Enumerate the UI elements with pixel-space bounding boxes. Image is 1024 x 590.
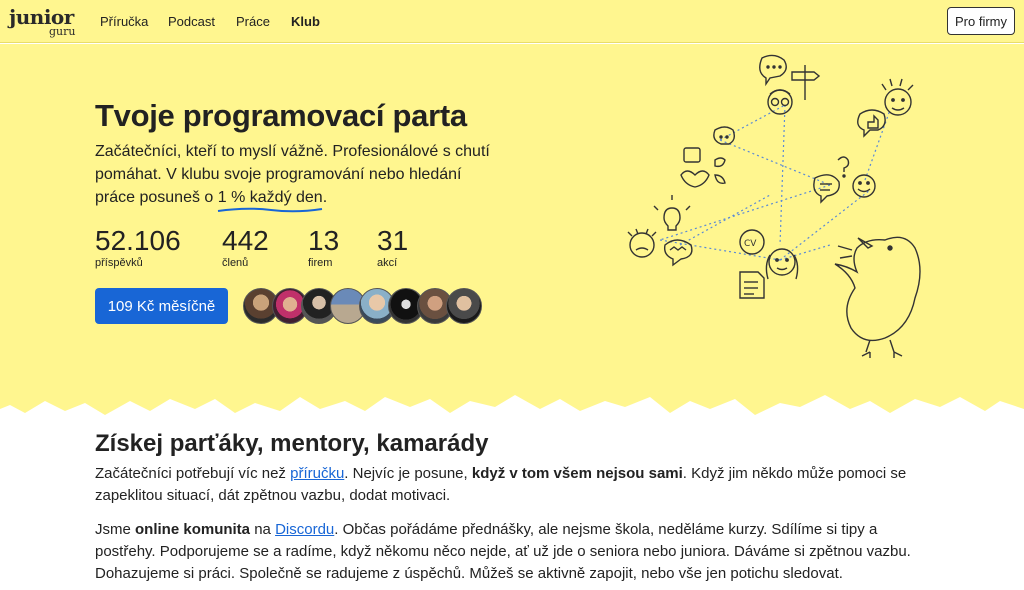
text: . Nejvíc je posune, — [344, 465, 472, 482]
junior-guru-logo[interactable]: junior guru — [9, 5, 79, 39]
lead-highlight-text: 1 % každý den — [217, 189, 323, 206]
nav-item-club[interactable]: Klub — [291, 14, 320, 29]
logo-subtext: guru — [49, 25, 76, 38]
handbook-link[interactable]: příručku — [290, 465, 344, 482]
lead-highlight: 1 % každý den — [217, 186, 323, 213]
avatar[interactable] — [446, 288, 482, 324]
paragraph-intro: Začátečníci potřebují víc než příručku. … — [95, 463, 925, 507]
nav-item-jobs[interactable]: Práce — [236, 14, 270, 29]
hero-lead: Začátečníci, kteří to myslí vážně. Profe… — [95, 140, 505, 213]
bold-text: když v tom všem nejsou sami — [471, 465, 683, 482]
stat-label: příspěvků — [95, 257, 143, 269]
text: na — [250, 521, 276, 538]
page-title: Tvoje programovací parta — [95, 98, 467, 133]
section-heading: Získej parťáky, mentory, kamarády — [95, 430, 489, 457]
text: Jsme — [95, 521, 136, 538]
stat-posts: 52.106 příspěvků — [95, 225, 181, 269]
top-navigation: junior guru Příručka Podcast Práce Klub … — [0, 0, 1024, 43]
stat-companies: 13 firem — [308, 225, 339, 269]
stat-value: 31 — [377, 225, 409, 256]
stat-value: 13 — [308, 225, 340, 256]
stat-label: firem — [308, 257, 333, 269]
discord-link[interactable]: Discordu — [275, 521, 334, 538]
join-price-button[interactable]: 109 Kč měsíčně — [95, 288, 228, 324]
stat-members: 442 členů — [222, 225, 269, 269]
nav-item-podcast[interactable]: Podcast — [168, 14, 215, 29]
svg-text:CV: CV — [744, 239, 757, 249]
stat-label: členů — [222, 257, 249, 269]
text: Začátečníci potřebují víc než — [95, 465, 291, 482]
bold-text: online komunita — [135, 521, 251, 538]
jagged-edge-decoration — [0, 389, 1024, 415]
paragraph-community: Jsme online komunita na Discordu. Občas … — [95, 519, 925, 585]
lead-end: . — [322, 189, 328, 206]
community-illustration: CV — [627, 54, 921, 358]
stat-value: 442 — [222, 225, 269, 256]
nav-item-handbook[interactable]: Příručka — [100, 14, 148, 29]
stat-events: 31 akcí — [377, 225, 408, 269]
stat-value: 52.106 — [95, 225, 181, 256]
for-companies-button[interactable]: Pro firmy — [947, 7, 1015, 35]
highlight-underline — [217, 207, 322, 213]
stat-label: akcí — [377, 257, 398, 269]
